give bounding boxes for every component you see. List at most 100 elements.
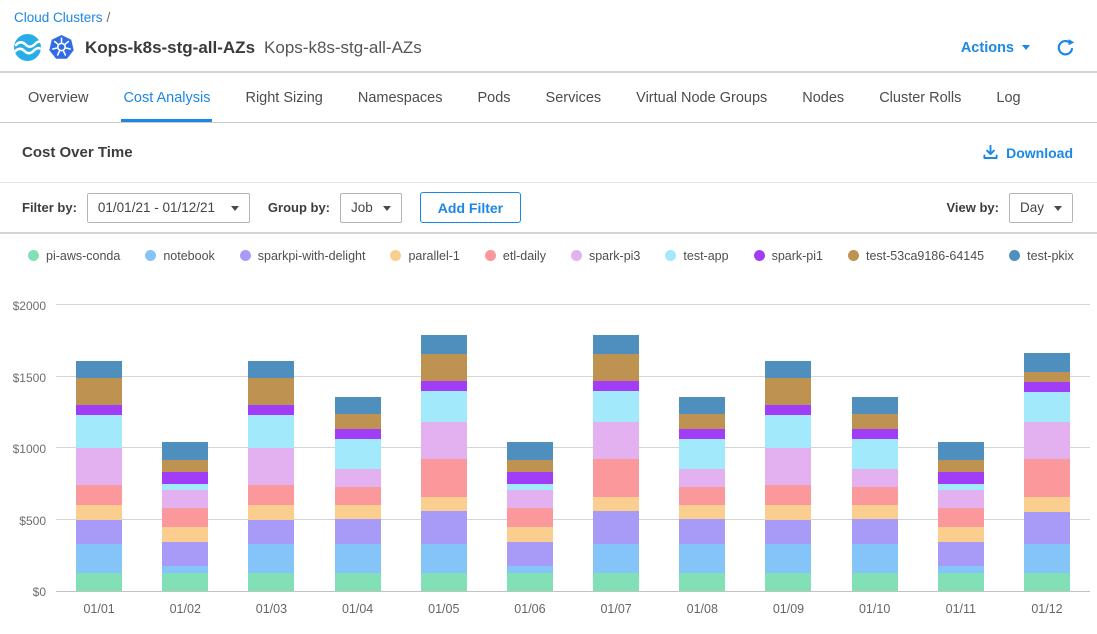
bar-segment-spark-pi1 — [507, 472, 553, 484]
bar-segment-pi-aws-conda — [593, 573, 639, 591]
group-by-select[interactable]: Job — [340, 193, 402, 223]
legend-dot-icon — [1009, 250, 1020, 261]
chevron-down-icon — [1054, 206, 1062, 211]
bar-segment-etl-daily — [335, 487, 381, 506]
x-axis-tick-label: 01/06 — [487, 602, 573, 616]
legend-dot-icon — [485, 250, 496, 261]
legend-dot-icon — [240, 250, 251, 261]
x-axis-tick-label: 01/12 — [1004, 602, 1090, 616]
bar-segment-sparkpi-with-delight — [852, 519, 898, 544]
top-bar: Cloud Clusters/ Kops-k8s-stg-all- — [0, 0, 1097, 71]
legend-item-test-pkix[interactable]: test-pkix — [1009, 249, 1074, 263]
ocean-logo-icon — [14, 34, 41, 61]
date-range-value: 01/01/21 - 01/12/21 — [98, 200, 215, 215]
bar-segment-pi-aws-conda — [765, 573, 811, 591]
legend-item-parallel-1[interactable]: parallel-1 — [390, 249, 459, 263]
bar-segment-sparkpi-with-delight — [1024, 512, 1070, 544]
legend-item-etl-daily[interactable]: etl-daily — [485, 249, 546, 263]
bar-segment-sparkpi-with-delight — [335, 519, 381, 544]
download-button[interactable]: Download — [982, 144, 1073, 161]
tab-nodes[interactable]: Nodes — [800, 74, 846, 122]
legend-label: test-app — [683, 249, 728, 263]
bar-segment-test-53ca9186-64145 — [679, 414, 725, 429]
bar-segment-sparkpi-with-delight — [248, 520, 294, 544]
tab-virtual-node-groups[interactable]: Virtual Node Groups — [634, 74, 769, 122]
tab-namespaces[interactable]: Namespaces — [356, 74, 445, 122]
page-title: Kops-k8s-stg-all-AZs — [85, 38, 255, 58]
actions-label: Actions — [961, 40, 1014, 56]
section-title: Cost Over Time — [22, 144, 133, 161]
bar-segment-parallel-1 — [938, 527, 984, 543]
date-range-select[interactable]: 01/01/21 - 01/12/21 — [87, 193, 250, 223]
chart-plot — [56, 306, 1090, 592]
legend-item-spark-pi3[interactable]: spark-pi3 — [571, 249, 640, 263]
bar-slot-01/07 — [573, 306, 659, 591]
bar-segment-spark-pi3 — [162, 490, 208, 508]
bar-segment-test-53ca9186-64145 — [421, 354, 467, 381]
bar-segment-spark-pi1 — [335, 429, 381, 439]
bar-segment-spark-pi3 — [248, 448, 294, 485]
y-axis-tick-label: $1500 — [13, 371, 46, 385]
bar-segment-spark-pi1 — [679, 429, 725, 439]
legend-item-test-app[interactable]: test-app — [665, 249, 728, 263]
tab-pods[interactable]: Pods — [475, 74, 512, 122]
bar-segment-etl-daily — [76, 485, 122, 505]
chevron-down-icon — [231, 206, 239, 211]
bar-segment-pi-aws-conda — [852, 573, 898, 591]
bar-segment-etl-daily — [507, 508, 553, 527]
bar-segment-test-53ca9186-64145 — [248, 378, 294, 405]
view-by-select[interactable]: Day — [1009, 193, 1073, 223]
kubernetes-logo-icon — [48, 34, 75, 61]
x-axis-tick-label: 01/04 — [315, 602, 401, 616]
bar-segment-parallel-1 — [507, 527, 553, 543]
bar-segment-parallel-1 — [852, 505, 898, 519]
legend-label: pi-aws-conda — [46, 249, 120, 263]
bar-segment-notebook — [765, 544, 811, 573]
legend-item-notebook[interactable]: notebook — [145, 249, 214, 263]
bar-segment-test-app — [1024, 392, 1070, 422]
bar-segment-sparkpi-with-delight — [162, 542, 208, 566]
legend-dot-icon — [28, 250, 39, 261]
stacked-bar-01/06 — [507, 442, 553, 591]
tab-overview[interactable]: Overview — [26, 74, 90, 122]
legend-label: spark-pi3 — [589, 249, 640, 263]
bar-segment-parallel-1 — [335, 505, 381, 519]
legend-item-spark-pi1[interactable]: spark-pi1 — [754, 249, 823, 263]
tab-services[interactable]: Services — [544, 74, 604, 122]
cost-over-time-chart: $0$500$1000$1500$2000 01/0101/0201/0301/… — [0, 290, 1097, 620]
legend-label: notebook — [163, 249, 214, 263]
bar-segment-spark-pi1 — [938, 472, 984, 484]
bar-segment-pi-aws-conda — [679, 573, 725, 591]
bar-segment-notebook — [248, 544, 294, 573]
bar-segment-test-53ca9186-64145 — [162, 460, 208, 471]
bar-segment-spark-pi1 — [162, 472, 208, 484]
actions-button[interactable]: Actions — [961, 40, 1030, 56]
breadcrumb-cloud-clusters-link[interactable]: Cloud Clusters — [14, 10, 103, 25]
bar-segment-test-53ca9186-64145 — [765, 378, 811, 405]
legend-item-sparkpi-with-delight[interactable]: sparkpi-with-delight — [240, 249, 366, 263]
bar-segment-parallel-1 — [593, 497, 639, 511]
tab-right-sizing[interactable]: Right Sizing — [243, 74, 324, 122]
bar-segment-notebook — [679, 544, 725, 573]
bar-segment-etl-daily — [162, 508, 208, 527]
add-filter-button[interactable]: Add Filter — [420, 192, 521, 223]
legend-label: parallel-1 — [408, 249, 459, 263]
legend-item-pi-aws-conda[interactable]: pi-aws-conda — [28, 249, 120, 263]
legend-item-test-53ca9186-64145[interactable]: test-53ca9186-64145 — [848, 249, 984, 263]
bar-segment-notebook — [76, 544, 122, 573]
bar-segment-notebook — [1024, 544, 1070, 573]
tab-cluster-rolls[interactable]: Cluster Rolls — [877, 74, 963, 122]
legend-dot-icon — [390, 250, 401, 261]
bar-segment-spark-pi1 — [248, 405, 294, 415]
tab-log[interactable]: Log — [994, 74, 1022, 122]
stacked-bar-01/02 — [162, 442, 208, 591]
bar-segment-sparkpi-with-delight — [938, 542, 984, 566]
bar-segment-test-pkix — [248, 361, 294, 378]
header-actions: Actions — [961, 38, 1075, 57]
bar-segment-test-53ca9186-64145 — [938, 460, 984, 471]
bar-segment-parallel-1 — [1024, 497, 1070, 511]
stacked-bar-01/12 — [1024, 353, 1070, 591]
refresh-icon[interactable] — [1056, 38, 1075, 57]
bar-segment-test-pkix — [679, 397, 725, 414]
tab-cost-analysis[interactable]: Cost Analysis — [121, 74, 212, 122]
